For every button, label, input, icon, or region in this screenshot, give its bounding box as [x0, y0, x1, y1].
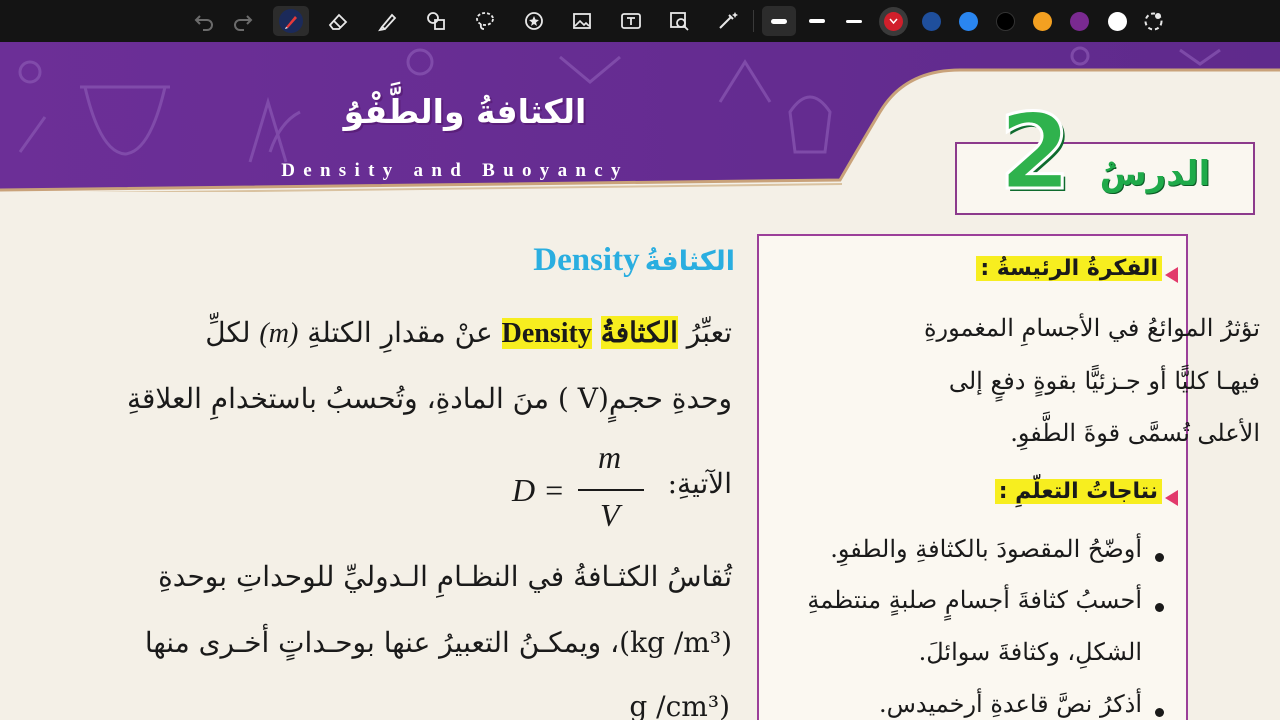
formula-numerator: m	[598, 439, 622, 475]
text-box-icon	[621, 13, 641, 29]
unit-kg-m3: (kg /m³)	[619, 626, 732, 659]
bullet-icon	[1155, 603, 1164, 612]
color-swatch-blue[interactable]	[959, 12, 978, 31]
stroke-size-medium[interactable]	[801, 6, 833, 36]
color-swatch-black[interactable]	[996, 12, 1015, 31]
paragraph-line-1: تعبِّرُ الكثافةُ Density عنْ مقدارِ الكت…	[205, 316, 732, 350]
main-idea-arrow-icon	[1165, 267, 1178, 283]
outcome-item-2: أحسبُ كثافةَ أجسامٍ صلبةٍ منتظمةِ	[807, 586, 1142, 614]
fraction-bar	[578, 489, 644, 491]
main-idea-line-3: الأعلى تُسمَّى قوةَ الطَّفوِ.	[1010, 419, 1260, 447]
laser-pen-tool[interactable]	[273, 6, 309, 36]
magic-wand-tool[interactable]	[712, 6, 744, 36]
section-heading: الكثافةُ Density	[515, 242, 735, 279]
lasso-icon	[476, 12, 494, 30]
shapes-icon	[427, 12, 445, 30]
color-swatch-dark-blue[interactable]	[922, 12, 941, 31]
main-idea-line-2: فيهـا كليًّا أو جـزئيًّا بقوةٍ دفعٍ إلى	[948, 367, 1260, 395]
magic-wand-icon	[719, 12, 738, 29]
text-segment: عنْ مقدارِ الكتلةِ	[307, 316, 493, 349]
color-picker-icon[interactable]	[1143, 11, 1164, 32]
lesson-label: الدرسُ	[1099, 154, 1211, 194]
redo-button[interactable]	[229, 6, 257, 36]
highlighter-icon	[378, 13, 397, 32]
image-icon	[573, 13, 591, 29]
main-idea-heading: الفكرةُ الرئيسةُ :	[976, 256, 1162, 281]
stroke-medium-icon	[809, 19, 825, 23]
outcome-item-2-cont: الشكلِ، وكثافةَ سوائلَ.	[918, 638, 1142, 666]
color-swatch-purple[interactable]	[1070, 12, 1089, 31]
section-heading-arabic: الكثافةُ	[644, 246, 735, 277]
paragraph-line-4: تُقاسُ الكثـافةُ في النظـامِ الـدوليِّ ل…	[158, 560, 732, 593]
undo-icon	[194, 15, 213, 31]
main-idea-line-1: تؤثرُ الموائعُ في الأجسامِ المغمورةِ	[923, 314, 1260, 342]
annotation-toolbar	[0, 0, 1280, 42]
redo-icon	[234, 15, 253, 31]
highlighter-tool[interactable]	[372, 6, 404, 36]
lesson-number: 2	[997, 91, 1072, 214]
text-segment: لكلِّ	[205, 316, 251, 349]
term-english: Density	[501, 318, 592, 349]
outcome-item-1: أوضّحُ المقصودَ بالكثافةِ والطفوِ.	[830, 535, 1142, 563]
paragraph-line-6: (g /cm³	[629, 690, 730, 720]
outcome-item-3: أذكرُ نصَّ قاعدةِ أرخميدس.	[878, 690, 1142, 718]
eraser-tool[interactable]	[322, 6, 354, 36]
lesson-title-arabic: الكثافةُ والطَّفْوُ	[343, 92, 587, 131]
outcomes-arrow-icon	[1165, 490, 1178, 506]
stroke-thin-icon	[846, 19, 862, 23]
scan-icon	[670, 12, 689, 31]
stroke-size-thick[interactable]	[762, 6, 796, 36]
sticker-tool[interactable]	[518, 6, 550, 36]
chevron-down-icon	[889, 18, 898, 25]
text-box-tool[interactable]	[615, 6, 647, 36]
color-swatch-white[interactable]	[1108, 12, 1127, 31]
stroke-size-thin[interactable]	[838, 6, 870, 36]
formula-lhs: D =	[512, 472, 565, 508]
sticker-icon	[525, 12, 543, 30]
text-segment: تعبِّرُ	[686, 316, 732, 349]
bullet-icon	[1155, 708, 1164, 717]
textbook-page: الكثافةُ والطَّفْوُ Density and Buoyancy…	[0, 42, 1280, 720]
image-tool[interactable]	[566, 6, 598, 36]
undo-button[interactable]	[190, 6, 218, 36]
section-heading-english: Density	[533, 242, 640, 278]
lesson-title-english: Density and Buoyancy	[281, 160, 629, 181]
lasso-tool[interactable]	[469, 6, 501, 36]
paragraph-line-5: (kg /m³)، ويمكـنُ التعبيرُ عنها بوحـداتٍ…	[145, 626, 732, 659]
mass-symbol: (m)	[259, 318, 299, 349]
laser-pen-icon	[279, 9, 303, 33]
density-formula: D = m V	[512, 439, 652, 542]
text-segment: ، ويمكـنُ التعبيرُ عنها بوحـداتٍ أخـرى م…	[144, 626, 620, 659]
stroke-thick-icon	[771, 18, 787, 24]
bullet-icon	[1155, 553, 1164, 562]
term-arabic: الكثافةُ	[600, 316, 678, 349]
paragraph-line-2: وحدةِ حجمٍ(V ) منَ المادةِ، وتُحسبُ باست…	[126, 382, 732, 415]
paragraph-line-3: الآتيةِ:	[667, 467, 732, 500]
eraser-icon	[328, 13, 348, 30]
scan-tool[interactable]	[663, 6, 695, 36]
shapes-tool[interactable]	[420, 6, 452, 36]
color-swatch-orange[interactable]	[1033, 12, 1052, 31]
outcomes-heading: نتاجاتُ التعلّمِ :	[994, 479, 1162, 504]
toolbar-divider	[753, 10, 754, 32]
formula-denominator: V	[600, 497, 620, 533]
